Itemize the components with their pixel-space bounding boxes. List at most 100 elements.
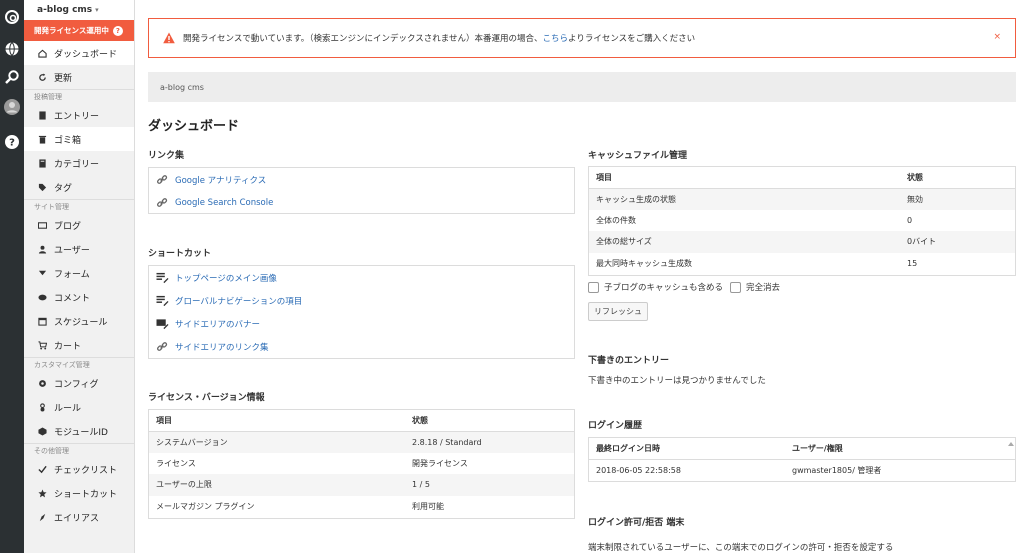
dev-license-label: 開発ライセンス運用中 [34, 26, 109, 35]
user-icon [37, 244, 47, 254]
check-icon [37, 464, 47, 474]
login-row-cell: 2018-06-05 22:58:58 [596, 465, 681, 475]
login-row-cell: gwmaster1805/ 管理者 [792, 465, 882, 475]
blog-icon [37, 220, 47, 230]
link-item[interactable]: Google アナリティクス [149, 168, 574, 191]
avatar[interactable] [3, 98, 21, 116]
sidebar-item[interactable]: カート [24, 333, 134, 357]
login-history-box: 最終ログイン日時 ユーザー/権限 2018-06-05 22:58:58 gwma… [588, 437, 1016, 482]
list-edit-icon [155, 295, 169, 307]
sidebar-item-label: フォーム [54, 269, 90, 280]
cache-header-item: 項目 [589, 167, 900, 189]
link-icon [155, 341, 169, 353]
alert-purchase-link[interactable]: こちら [542, 34, 568, 44]
calendar-icon [37, 316, 47, 326]
sidebar-item[interactable]: ゴミ箱 [24, 127, 134, 151]
document-icon [37, 110, 47, 120]
full-clear-label: 完全消去 [746, 283, 781, 293]
sidebar-item[interactable]: フォーム [24, 261, 134, 285]
list-edit-icon [155, 272, 169, 284]
sidebar-item[interactable]: ショートカット [24, 481, 134, 505]
globe-icon[interactable] [3, 40, 21, 58]
sidebar-item[interactable]: タグ [24, 175, 134, 199]
license-header-status: 状態 [405, 410, 574, 432]
include-child-cache-label: 子ブログのキャッシュも含める [604, 283, 724, 293]
full-clear-checkbox[interactable]: 完全消去 [730, 281, 780, 293]
scroll-up-icon[interactable] [1008, 441, 1014, 447]
checkbox-box[interactable] [588, 281, 599, 293]
drafts-title: 下書きのエントリー [588, 356, 670, 366]
logo-icon[interactable] [3, 8, 21, 26]
sidebar-section-label: サイト管理 [24, 199, 134, 213]
help-icon[interactable]: ? [3, 133, 21, 151]
sidebar-item[interactable]: モジュールID [24, 419, 134, 443]
license-row-cell: 開発ライセンス [412, 458, 468, 468]
shortcut-label[interactable]: サイドエリアのバナー [175, 318, 260, 330]
sidebar-item-label: エイリアス [54, 513, 100, 524]
license-row-cell: ライセンス [156, 458, 196, 468]
links-box: Google アナリティクス Google Search Console [148, 167, 575, 214]
sidebar-item[interactable]: エントリー [24, 103, 134, 127]
cache-title: キャッシュファイル管理 [588, 151, 688, 161]
sidebar-item[interactable]: エイリアス [24, 505, 134, 529]
sidebar-item[interactable]: ダッシュボード [24, 41, 134, 65]
sidebar-item-label: ダッシュボード [54, 49, 118, 60]
search-icon[interactable] [3, 68, 21, 86]
sidebar-item-label: コメント [54, 293, 91, 304]
license-title: ライセンス・バージョン情報 [148, 393, 265, 403]
include-child-cache-checkbox[interactable]: 子ブログのキャッシュも含める [588, 281, 723, 293]
shortcut-label[interactable]: トップページのメイン画像 [175, 272, 277, 284]
login-history-header-user: ユーザー/権限 [785, 438, 1015, 460]
refresh-icon [37, 72, 47, 82]
alert-message: 開発ライセンスで動いています。（検索エンジンにインデックスされません）本番運用の… [183, 32, 695, 44]
brand-switcher[interactable]: a-blog cms ▾ [24, 0, 134, 20]
link-label[interactable]: Google Search Console [175, 198, 273, 208]
sidebar-item[interactable]: コンフィグ [24, 371, 134, 395]
checkbox-box[interactable] [730, 281, 741, 293]
sidebar-item[interactable]: 更新 [24, 65, 134, 89]
sidebar-item[interactable]: ユーザー [24, 237, 134, 261]
sidebar-item-label: タグ [54, 183, 73, 194]
login-history-header-date: 最終ログイン日時 [589, 438, 785, 460]
license-row-cell: 1 / 5 [405, 474, 574, 496]
refresh-button[interactable]: リフレッシュ [588, 302, 648, 321]
login-history-table: 最終ログイン日時 ユーザー/権限 2018-06-05 22:58:58 gwma… [589, 438, 1015, 481]
license-row-cell: 利用可能 [412, 501, 444, 511]
shortcut-label[interactable]: グローバルナビゲーションの項目 [175, 295, 302, 307]
sidebar-item[interactable]: スケジュール [24, 309, 134, 333]
license-row: ユーザーの上限 1 / 5 [149, 474, 574, 496]
chevron-down-icon: ▾ [95, 6, 99, 14]
alert-text-before: 開発ライセンスで動いています。（検索エンジンにインデックスされません）本番運用の… [183, 34, 543, 44]
license-table: 項目 状態 システムバージョン 2.8.18 / Standard ライセンス 開発ラ… [149, 410, 574, 517]
alias-icon [37, 512, 47, 522]
sidebar-item[interactable]: コメント [24, 285, 134, 309]
sidebar-item[interactable]: チェックリスト [24, 457, 134, 481]
links-title: リンク集 [148, 151, 185, 161]
sidebar-item[interactable]: カテゴリー [24, 151, 134, 175]
shortcut-item[interactable]: グローバルナビゲーションの項目 [149, 289, 574, 312]
shortcut-item[interactable]: トップページのメイン画像 [149, 266, 574, 289]
sidebar-item[interactable]: ブログ [24, 213, 134, 237]
cache-row-cell: 15 [907, 258, 918, 268]
sidebar-item[interactable]: ルール [24, 395, 134, 419]
link-label[interactable]: Google アナリティクス [175, 174, 266, 186]
license-row: ライセンス 開発ライセンス [149, 453, 574, 475]
close-icon[interactable]: × [993, 32, 1001, 42]
link-item[interactable]: Google Search Console [149, 191, 574, 214]
license-alert: 開発ライセンスで動いています。（検索エンジンにインデックスされません）本番運用の… [148, 18, 1016, 58]
shortcut-label[interactable]: サイドエリアのリンク集 [175, 341, 269, 353]
license-row: システムバージョン 2.8.18 / Standard [149, 431, 574, 453]
rule-icon [37, 402, 47, 412]
cache-row-cell: 0バイト [900, 231, 1015, 253]
link-icon [155, 197, 169, 209]
sidebar-item-label: スケジュール [54, 317, 108, 328]
sidebar-item-label: カテゴリー [54, 159, 100, 170]
cache-row-cell: 全体の件数 [596, 215, 636, 225]
shortcut-item[interactable]: サイドエリアのリンク集 [149, 335, 574, 358]
dev-license-banner[interactable]: 開発ライセンス運用中 ? [24, 20, 134, 41]
cache-table: 項目 状態 キャッシュ生成の状態 無効 全体の件数 0 全体の総サイズ 0バイト 最大同時キ… [589, 167, 1015, 274]
shortcut-item[interactable]: サイドエリアのバナー [149, 312, 574, 335]
module-icon [37, 426, 47, 436]
license-header-item: 項目 [149, 410, 405, 432]
sidebar-item-label: ショートカット [54, 489, 118, 500]
